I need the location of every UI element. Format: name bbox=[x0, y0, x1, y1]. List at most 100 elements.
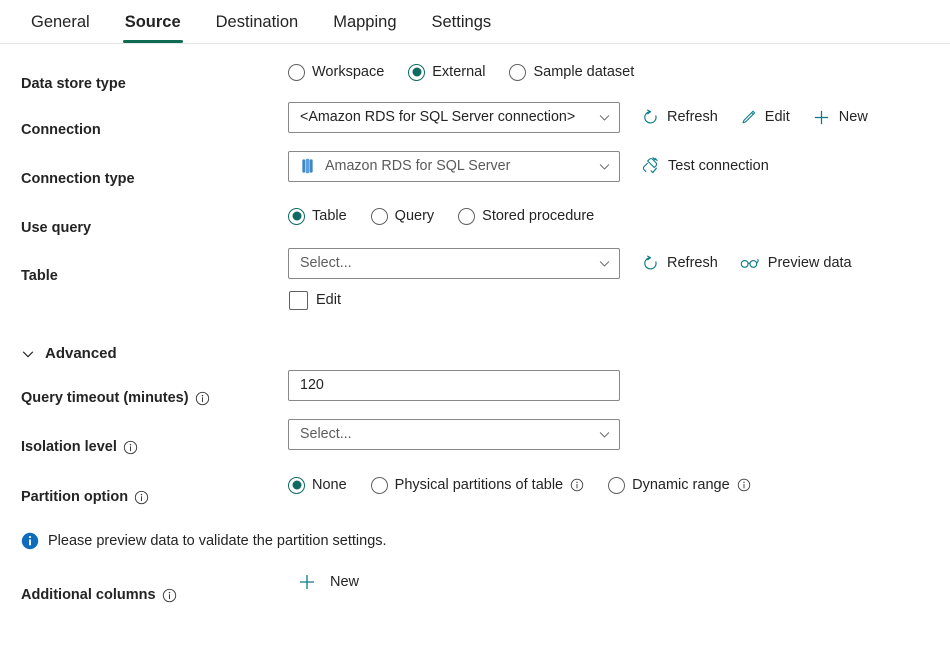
refresh-icon bbox=[642, 255, 659, 272]
connection-refresh-button[interactable]: Refresh bbox=[642, 109, 718, 126]
refresh-icon bbox=[642, 109, 659, 126]
connection-dropdown[interactable]: <Amazon RDS for SQL Server connection> bbox=[288, 101, 620, 133]
radio-indicator-table[interactable] bbox=[288, 207, 305, 225]
table-dropdown[interactable]: Select... bbox=[288, 247, 620, 279]
preview-data-label: Preview data bbox=[767, 255, 852, 271]
radio-option-workspace[interactable]: Workspace bbox=[288, 63, 385, 81]
additional-columns-new-button[interactable]: New bbox=[297, 572, 359, 592]
isolation-level-label-group: Isolation level bbox=[21, 439, 138, 455]
test-connection-label: Test connection bbox=[668, 158, 769, 174]
plus-icon bbox=[297, 572, 317, 592]
tab-general[interactable]: General bbox=[18, 12, 103, 43]
radio-option-physical-partitions[interactable]: Physical partitions of table bbox=[370, 476, 584, 494]
radio-label-dynamic-range: Dynamic range bbox=[632, 477, 730, 493]
radio-option-dynamic-range[interactable]: Dynamic range bbox=[608, 476, 751, 494]
table-dropdown-value: Select... bbox=[300, 255, 352, 271]
source-settings-panel: General Source Destination Mapping Setti… bbox=[0, 0, 950, 645]
radio-label-workspace: Workspace bbox=[312, 64, 385, 80]
tab-bar: General Source Destination Mapping Setti… bbox=[0, 0, 950, 44]
info-icon[interactable] bbox=[134, 490, 149, 505]
connection-type-label: Connection type bbox=[21, 171, 135, 187]
chevron-down-icon bbox=[598, 160, 611, 173]
partition-info-message: Please preview data to validate the part… bbox=[21, 532, 387, 550]
query-timeout-label: Query timeout (minutes) bbox=[21, 390, 189, 406]
partition-option-label-group: Partition option bbox=[21, 489, 149, 505]
table-edit-checkbox[interactable]: Edit bbox=[289, 290, 341, 310]
connection-type-value: Amazon RDS for SQL Server bbox=[325, 158, 511, 174]
radio-option-stored-procedure[interactable]: Stored procedure bbox=[458, 207, 594, 225]
table-refresh-button[interactable]: Refresh bbox=[642, 255, 718, 272]
radio-label-table: Table bbox=[312, 208, 347, 224]
preview-data-button[interactable]: Preview data bbox=[740, 255, 852, 271]
chevron-down-icon bbox=[598, 111, 611, 124]
table-refresh-label: Refresh bbox=[667, 255, 718, 271]
connection-refresh-label: Refresh bbox=[667, 109, 718, 125]
tab-settings[interactable]: Settings bbox=[419, 12, 505, 43]
table-edit-label: Edit bbox=[316, 292, 341, 308]
radio-indicator-query[interactable] bbox=[370, 207, 388, 225]
pencil-icon bbox=[740, 109, 757, 126]
query-timeout-input[interactable]: 120 bbox=[288, 369, 620, 401]
tab-source[interactable]: Source bbox=[112, 12, 194, 43]
radio-indicator-workspace[interactable] bbox=[288, 63, 305, 81]
data-store-type-label: Data store type bbox=[21, 76, 126, 92]
info-icon[interactable] bbox=[162, 588, 177, 603]
test-connection-button[interactable]: Test connection bbox=[642, 157, 769, 175]
glasses-icon bbox=[740, 256, 760, 270]
partition-info-message-text: Please preview data to validate the part… bbox=[48, 533, 387, 549]
radio-label-none: None bbox=[312, 477, 347, 493]
plug-check-icon bbox=[642, 157, 660, 175]
radio-indicator-stored-procedure[interactable] bbox=[458, 207, 476, 225]
plus-icon bbox=[812, 108, 831, 127]
query-timeout-value: 120 bbox=[300, 377, 324, 393]
partition-option-radio-group: None Physical partitions of table Dynami… bbox=[288, 476, 751, 494]
tab-destination[interactable]: Destination bbox=[203, 12, 312, 43]
partition-option-label: Partition option bbox=[21, 489, 129, 505]
info-icon[interactable] bbox=[123, 440, 138, 455]
connection-edit-button[interactable]: Edit bbox=[740, 109, 790, 126]
radio-indicator-none[interactable] bbox=[288, 476, 305, 494]
radio-indicator-external[interactable] bbox=[408, 63, 426, 81]
radio-option-none[interactable]: None bbox=[288, 476, 347, 494]
connection-new-label: New bbox=[838, 109, 868, 125]
use-query-radio-group: Table Query Stored procedure bbox=[288, 207, 594, 225]
isolation-level-value: Select... bbox=[300, 426, 352, 442]
isolation-level-label: Isolation level bbox=[21, 439, 117, 455]
chevron-down-icon bbox=[21, 347, 35, 361]
additional-columns-label-group: Additional columns bbox=[21, 587, 177, 603]
info-icon[interactable] bbox=[570, 478, 584, 492]
additional-columns-label: Additional columns bbox=[21, 587, 156, 603]
info-icon[interactable] bbox=[737, 478, 751, 492]
amazon-rds-icon bbox=[300, 158, 315, 174]
radio-indicator-sample-dataset[interactable] bbox=[509, 63, 527, 81]
chevron-down-icon bbox=[598, 257, 611, 270]
isolation-level-dropdown[interactable]: Select... bbox=[288, 418, 620, 450]
table-label: Table bbox=[21, 268, 58, 284]
query-timeout-label-group: Query timeout (minutes) bbox=[21, 390, 210, 406]
connection-label: Connection bbox=[21, 122, 101, 138]
advanced-section-header[interactable]: Advanced bbox=[21, 345, 117, 362]
radio-indicator-dynamic-range[interactable] bbox=[608, 476, 626, 494]
radio-indicator-physical-partitions[interactable] bbox=[370, 476, 388, 494]
radio-label-sample-dataset: Sample dataset bbox=[533, 64, 635, 80]
info-filled-icon bbox=[21, 532, 39, 550]
chevron-down-icon bbox=[598, 428, 611, 441]
connection-actions: Refresh Edit New bbox=[642, 108, 868, 127]
radio-option-sample-dataset[interactable]: Sample dataset bbox=[509, 63, 635, 81]
radio-label-query: Query bbox=[394, 208, 435, 224]
table-actions: Refresh Preview data bbox=[642, 255, 852, 272]
connection-dropdown-value: <Amazon RDS for SQL Server connection> bbox=[300, 109, 576, 125]
connection-type-dropdown[interactable]: Amazon RDS for SQL Server bbox=[288, 150, 620, 182]
radio-option-external[interactable]: External bbox=[408, 63, 486, 81]
tab-mapping[interactable]: Mapping bbox=[320, 12, 409, 43]
connection-new-button[interactable]: New bbox=[812, 108, 868, 127]
advanced-section-title: Advanced bbox=[45, 345, 117, 362]
radio-option-table[interactable]: Table bbox=[288, 207, 347, 225]
info-icon[interactable] bbox=[195, 391, 210, 406]
data-store-type-radio-group: Workspace External Sample dataset bbox=[288, 63, 635, 81]
checkbox-indicator-table-edit[interactable] bbox=[289, 290, 308, 310]
radio-label-physical-partitions: Physical partitions of table bbox=[394, 477, 564, 493]
radio-option-query[interactable]: Query bbox=[370, 207, 435, 225]
additional-columns-new-label: New bbox=[330, 574, 360, 590]
radio-label-external: External bbox=[432, 64, 486, 80]
